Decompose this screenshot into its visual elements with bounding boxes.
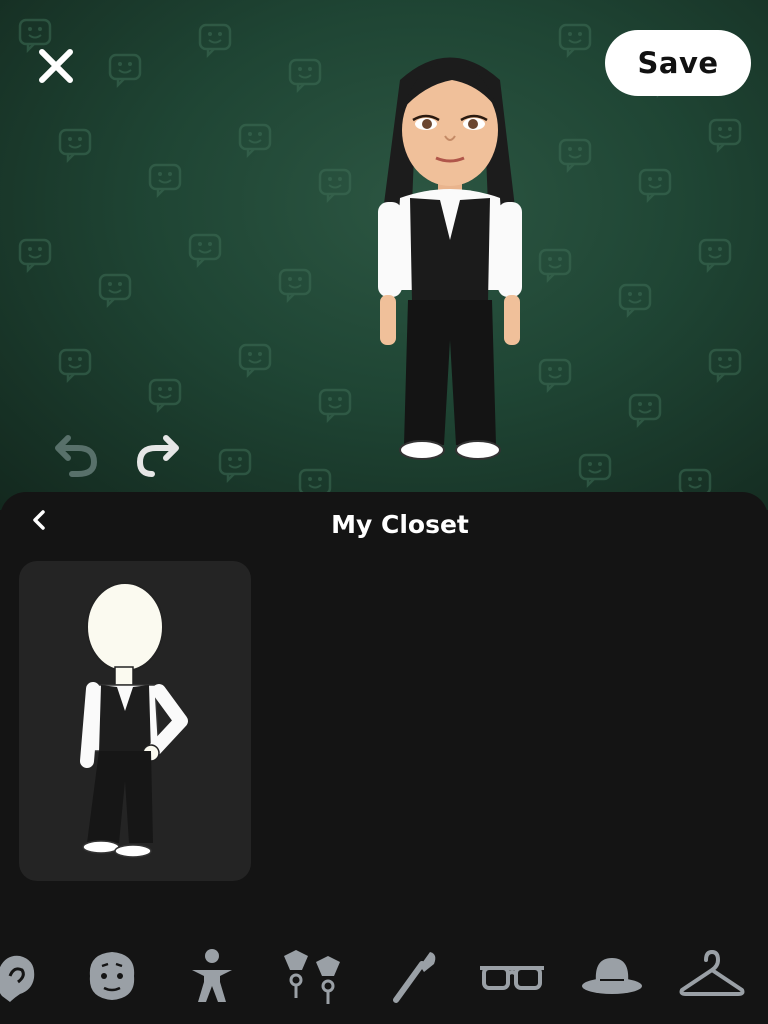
tab-body[interactable] bbox=[176, 940, 248, 1012]
hat-icon bbox=[582, 958, 642, 994]
tab-eyewear[interactable] bbox=[476, 940, 548, 1012]
glasses-icon bbox=[480, 966, 544, 990]
save-button[interactable]: Save bbox=[605, 30, 751, 96]
body-icon bbox=[192, 949, 232, 1002]
ear-icon bbox=[0, 955, 35, 1002]
undo-button[interactable] bbox=[50, 428, 102, 480]
earrings-icon bbox=[284, 950, 340, 1004]
close-button[interactable] bbox=[30, 42, 82, 90]
closet-title: My Closet bbox=[331, 510, 469, 539]
close-icon bbox=[39, 49, 73, 83]
outfit-card[interactable] bbox=[19, 561, 251, 881]
undo-icon bbox=[55, 435, 98, 477]
hanger-icon bbox=[679, 950, 745, 996]
tab-outfits[interactable] bbox=[676, 940, 748, 1012]
bitmoji-closet-screen: Save My Closet bbox=[0, 0, 768, 1024]
redo-icon bbox=[136, 435, 179, 477]
redo-button[interactable] bbox=[132, 428, 184, 480]
avatar-figure bbox=[378, 57, 522, 460]
tab-headwear[interactable] bbox=[576, 940, 648, 1012]
tab-face[interactable] bbox=[76, 940, 148, 1012]
outfit-preview bbox=[80, 582, 188, 858]
makeup-brush-icon bbox=[393, 952, 436, 1003]
face-icon bbox=[89, 952, 135, 1000]
tab-earrings[interactable] bbox=[276, 940, 348, 1012]
tab-makeup[interactable] bbox=[376, 940, 448, 1012]
tab-ears[interactable] bbox=[0, 940, 50, 1012]
category-tab-bar bbox=[0, 930, 768, 1020]
